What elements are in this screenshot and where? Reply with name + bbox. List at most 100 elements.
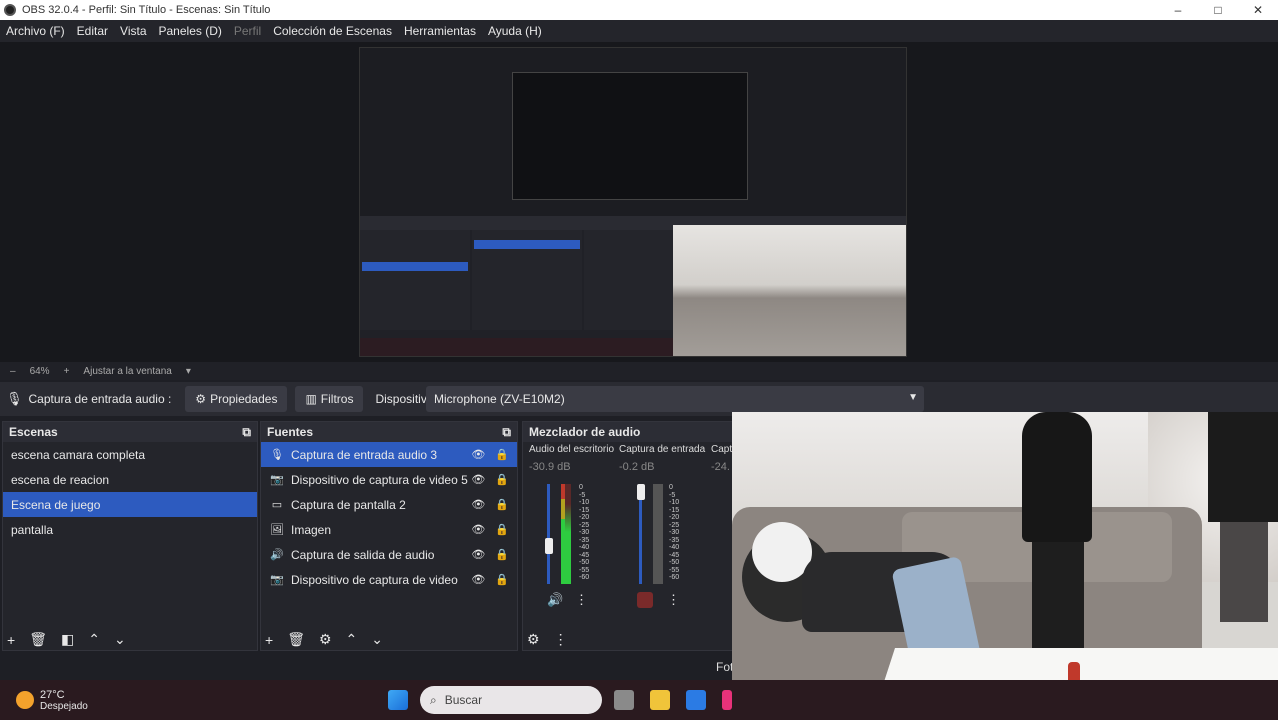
eye-icon[interactable]: 👁 <box>471 523 485 536</box>
muted-speaker-icon[interactable] <box>637 592 653 608</box>
selected-source-name: Captura de entrada audio : <box>28 392 172 406</box>
volume-slider[interactable] <box>547 484 550 584</box>
more-options-icon[interactable]: ⋮ <box>554 631 568 648</box>
trash-icon[interactable]: 🗑 <box>287 631 305 648</box>
source-item[interactable]: 📷 Dispositivo de captura de video 👁 🔒 <box>261 567 517 592</box>
search-icon: ⌕ <box>430 692 437 707</box>
move-up-icon[interactable]: ⌃ <box>88 631 100 648</box>
task-view-icon[interactable] <box>614 690 634 710</box>
filters-label: Filtros <box>320 392 354 406</box>
eye-icon[interactable]: 👁 <box>471 548 485 561</box>
camera-icon: 📷 <box>270 474 284 486</box>
undock-icon[interactable]: ⧉ <box>242 425 251 439</box>
scene-item[interactable]: escena de reacion <box>3 467 257 492</box>
obs-logo-icon <box>4 4 16 16</box>
lock-icon[interactable]: 🔒 <box>495 523 509 536</box>
scene-item[interactable]: escena camara completa <box>3 442 257 467</box>
filter-icon: ▥ <box>305 392 317 406</box>
camera-overlay <box>732 412 1278 720</box>
level-meter <box>565 484 571 584</box>
lock-icon[interactable]: 🔒 <box>495 448 509 461</box>
weather-condition: Despejado <box>40 700 88 712</box>
nested-taskbar <box>360 338 673 356</box>
scene-label: escena de reacion <box>11 472 110 487</box>
program-preview[interactable] <box>359 47 907 357</box>
camera-icon: 📷 <box>270 574 284 586</box>
scene-item[interactable]: pantalla <box>3 517 257 542</box>
source-item[interactable]: 🖼 Imagen 👁 🔒 <box>261 517 517 542</box>
zoom-fit-dropdown[interactable]: Ajustar a la ventana <box>83 366 171 377</box>
eye-icon[interactable]: 👁 <box>471 448 485 461</box>
mixer-channel-input: Captura de entrada -0.2 dB <box>619 444 711 473</box>
filters-button[interactable]: ▥ Filtros <box>295 386 364 412</box>
advanced-audio-icon[interactable]: ⚙ <box>527 631 540 648</box>
audio-mixer-dock: Mezclador de audio Audio del escritorio … <box>522 421 734 651</box>
properties-button[interactable]: ⚙ Propiedades <box>185 386 288 412</box>
weather-temp: 27°C <box>40 688 65 701</box>
lock-icon[interactable]: 🔒 <box>495 548 509 561</box>
channel-name: Captura de entrada <box>619 444 706 455</box>
menu-archivo[interactable]: Archivo (F) <box>6 24 65 38</box>
source-item-selected[interactable]: 🎙 Captura de entrada audio 3 👁 🔒 <box>261 442 517 467</box>
weather-widget[interactable]: 27°C Despejado <box>0 689 88 712</box>
channel-db: -0.2 dB <box>619 461 655 473</box>
scenes-dock: Escenas ⧉ escena camara completa escena d… <box>2 421 258 651</box>
source-item[interactable]: 📷 Dispositivo de captura de video 5 👁 🔒 <box>261 467 517 492</box>
undock-icon[interactable]: ⧉ <box>502 425 511 439</box>
lock-icon[interactable]: 🔒 <box>495 473 509 486</box>
move-up-icon[interactable]: ⌃ <box>346 631 358 648</box>
source-label: Imagen <box>291 522 332 537</box>
chevron-down-icon[interactable]: ▾ <box>186 366 191 377</box>
add-icon[interactable]: + <box>7 632 15 648</box>
volume-slider-knob[interactable] <box>637 484 645 500</box>
menu-coleccion[interactable]: Colección de Escenas <box>273 24 392 38</box>
minimize-button[interactable]: – <box>1158 3 1198 17</box>
more-options-icon[interactable]: ⋮ <box>575 592 588 608</box>
eye-icon[interactable]: 👁 <box>471 473 485 486</box>
mixer-channel-desktop: Audio del escritorio -30.9 dB <box>529 444 621 473</box>
channel-db: -30.9 dB <box>529 461 571 473</box>
device-select[interactable]: Microphone (ZV-E10M2) ▼ <box>426 386 924 412</box>
zoom-out-button[interactable]: – <box>10 366 16 377</box>
add-icon[interactable]: + <box>265 632 273 648</box>
close-button[interactable]: ✕ <box>1238 3 1278 17</box>
menu-herramientas[interactable]: Herramientas <box>404 24 476 38</box>
menu-bar: Archivo (F) Editar Vista Paneles (D) Per… <box>0 20 1278 42</box>
weather-sun-icon <box>16 691 34 709</box>
scene-item-selected[interactable]: Escena de juego <box>3 492 257 517</box>
source-item[interactable]: 🔊 Captura de salida de audio 👁 🔒 <box>261 542 517 567</box>
person-standing <box>1022 412 1092 542</box>
windows-start-icon[interactable] <box>388 690 408 710</box>
sources-dock: Fuentes ⧉ 🎙 Captura de entrada audio 3 👁 🔒 📷… <box>260 421 518 651</box>
menu-ayuda[interactable]: Ayuda (H) <box>488 24 542 38</box>
source-item[interactable]: ▭ Captura de pantalla 2 👁 🔒 <box>261 492 517 517</box>
store-icon[interactable] <box>686 690 706 710</box>
source-label: Dispositivo de captura de video <box>291 572 458 587</box>
app-icon[interactable] <box>722 690 732 710</box>
dock-label-partial: Fot <box>716 660 734 674</box>
menu-paneles[interactable]: Paneles (D) <box>159 24 222 38</box>
speaker-icon[interactable]: 🔊 <box>547 592 563 608</box>
source-label: Captura de pantalla 2 <box>291 497 406 512</box>
search-placeholder: Buscar <box>444 693 483 707</box>
menu-vista[interactable]: Vista <box>120 24 146 38</box>
gear-icon[interactable]: ⚙ <box>319 631 332 648</box>
level-meter <box>653 484 663 584</box>
eye-icon[interactable]: 👁 <box>471 573 485 586</box>
move-down-icon[interactable]: ⌄ <box>371 631 383 648</box>
filter-icon[interactable]: ◧ <box>61 631 74 648</box>
volume-slider-knob[interactable] <box>545 538 553 554</box>
maximize-button[interactable]: □ <box>1198 3 1238 17</box>
sources-title: Fuentes <box>267 425 314 439</box>
eye-icon[interactable]: 👁 <box>471 498 485 511</box>
trash-icon[interactable]: 🗑 <box>29 631 47 648</box>
move-down-icon[interactable]: ⌄ <box>114 631 126 648</box>
menu-editar[interactable]: Editar <box>77 24 108 38</box>
lock-icon[interactable]: 🔒 <box>495 573 509 586</box>
zoom-in-button[interactable]: + <box>64 366 70 377</box>
taskbar-search[interactable]: ⌕ Buscar <box>420 686 602 714</box>
menu-perfil[interactable]: Perfil <box>234 24 261 38</box>
more-options-icon[interactable]: ⋮ <box>667 592 680 608</box>
file-explorer-icon[interactable] <box>650 690 670 710</box>
lock-icon[interactable]: 🔒 <box>495 498 509 511</box>
